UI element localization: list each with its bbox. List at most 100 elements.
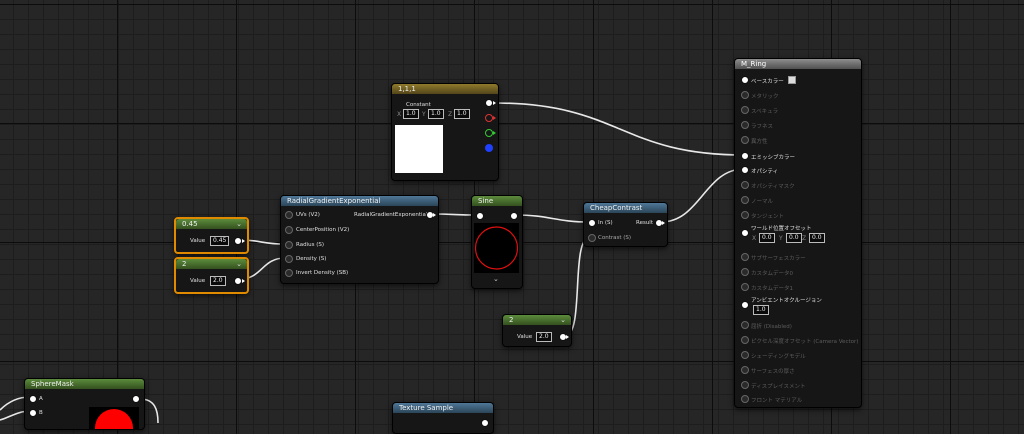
chevron-down-icon[interactable]: ⌄ xyxy=(236,259,242,269)
anisotropy-pin[interactable] xyxy=(741,136,749,144)
surface-thickness-pin[interactable] xyxy=(741,366,749,374)
sine-node[interactable]: Sine ⌄ xyxy=(471,195,523,289)
value-field[interactable]: 0.45 xyxy=(210,236,230,246)
radius-label: Radius (S) xyxy=(296,242,324,248)
node-title[interactable]: SphereMask xyxy=(25,379,144,389)
node-title[interactable]: M_Ring xyxy=(735,59,861,69)
opacity-pin[interactable] xyxy=(741,166,749,174)
opacity-mask-pin[interactable] xyxy=(741,181,749,189)
output-pin[interactable] xyxy=(234,237,242,245)
output-pin[interactable] xyxy=(510,212,518,220)
constant-label: Constant xyxy=(406,102,431,108)
shading-model-pin[interactable] xyxy=(741,351,749,359)
displacement-pin[interactable] xyxy=(741,381,749,389)
chevron-down-icon[interactable]: ⌄ xyxy=(236,219,242,229)
center-position-pin[interactable] xyxy=(285,226,293,234)
cheap-contrast-node[interactable]: CheapContrast In (S) Result Contrast (S) xyxy=(583,202,668,247)
pixel-depth-offset-pin[interactable] xyxy=(741,336,749,344)
output-pin[interactable] xyxy=(481,419,489,427)
invert-density-pin[interactable] xyxy=(285,269,293,277)
node-title[interactable]: 2 ⌄ xyxy=(176,259,247,269)
param-045-node[interactable]: 0.45 ⌄ Value 0.45 xyxy=(174,217,249,254)
z-value-field[interactable]: 1.0 xyxy=(454,109,470,119)
emissive-color-pin[interactable] xyxy=(741,152,749,160)
custom-data0-pin[interactable] xyxy=(741,268,749,276)
output-arrow xyxy=(493,101,496,105)
b-output-pin[interactable] xyxy=(485,144,493,152)
vector-constant-node[interactable]: 1,1,1 Constant X 1.0 Y 1.0 Z 1.0 xyxy=(391,83,499,181)
base-color-swatch[interactable] xyxy=(788,76,796,84)
roughness-pin[interactable] xyxy=(741,121,749,129)
chevron-down-icon[interactable]: ⌄ xyxy=(493,275,499,283)
in-pin[interactable] xyxy=(588,219,596,227)
tangent-label: タンジェント xyxy=(751,214,785,220)
wpo-z-label: Z xyxy=(802,235,807,242)
value-label: Value xyxy=(190,238,206,244)
tangent-pin[interactable] xyxy=(741,211,749,219)
sphere-circle xyxy=(95,409,133,429)
subsurface-color-label: サブサーフェスカラー xyxy=(751,256,806,262)
wpo-z-field[interactable]: 0.0 xyxy=(809,233,825,243)
anisotropy-label: 異方性 xyxy=(751,139,768,145)
subsurface-color-pin[interactable] xyxy=(741,253,749,261)
node-title[interactable]: 1,1,1 xyxy=(392,84,498,94)
param-2-node[interactable]: 2 ⌄ Value 2.0 xyxy=(174,257,249,294)
value-field[interactable]: 2.0 xyxy=(210,276,226,286)
node-title[interactable]: Texture Sample xyxy=(393,403,493,413)
x-value-field[interactable]: 1.0 xyxy=(403,109,419,119)
contrast-pin[interactable] xyxy=(588,234,596,242)
ambient-occlusion-label: アンビエントオクルージョン xyxy=(751,298,822,304)
specular-pin[interactable] xyxy=(741,106,749,114)
ambient-occlusion-pin[interactable] xyxy=(741,301,749,309)
param-title: 2 xyxy=(509,316,514,324)
radial-gradient-node[interactable]: RadialGradientExponential UVs (V2) Cente… xyxy=(280,195,439,284)
color-preview xyxy=(395,125,443,173)
output-arrow xyxy=(662,221,665,225)
wire-sine-to-contrast xyxy=(514,214,591,223)
normal-pin[interactable] xyxy=(741,196,749,204)
y-value-field[interactable]: 1.0 xyxy=(428,109,444,119)
front-material-pin[interactable] xyxy=(741,395,749,403)
input-pin[interactable] xyxy=(476,212,484,220)
g-output-pin[interactable] xyxy=(485,129,493,137)
shading-model-label: シェーディングモデル xyxy=(751,354,806,360)
node-title[interactable]: 2 ⌄ xyxy=(503,315,571,325)
b-pin[interactable] xyxy=(29,409,37,417)
front-material-label: フロント マテリアル xyxy=(751,398,803,404)
custom-data1-pin[interactable] xyxy=(741,283,749,291)
material-output-node[interactable]: M_Ring ベースカラー メタリック スペキュラ ラフネス 異方性 エミッシブ… xyxy=(734,58,862,408)
sphere-mask-node[interactable]: SphereMask A B xyxy=(24,378,145,430)
result-label: Result xyxy=(636,220,653,226)
wpo-x-field[interactable]: 0.0 xyxy=(759,233,775,243)
normal-label: ノーマル xyxy=(751,199,774,205)
rgb-output-pin[interactable] xyxy=(485,99,493,107)
x-label: X xyxy=(397,111,402,118)
texture-sample-node[interactable]: Texture Sample xyxy=(392,402,494,434)
node-title[interactable]: RadialGradientExponential xyxy=(281,196,438,206)
radius-pin[interactable] xyxy=(285,241,293,249)
output-label: RadialGradientExponential xyxy=(354,212,428,218)
refraction-pin[interactable] xyxy=(741,321,749,329)
density-pin[interactable] xyxy=(285,255,293,263)
ambient-occlusion-field[interactable]: 1.0 xyxy=(753,305,769,315)
wpo-y-field[interactable]: 0.0 xyxy=(786,233,802,243)
output-arrow xyxy=(566,335,569,339)
value-field[interactable]: 2.0 xyxy=(536,332,552,342)
node-title[interactable]: 0.45 ⌄ xyxy=(176,219,247,229)
param-2b-node[interactable]: 2 ⌄ Value 2.0 xyxy=(502,314,572,347)
a-pin[interactable] xyxy=(29,395,37,403)
node-title[interactable]: Sine xyxy=(472,196,522,206)
metallic-pin[interactable] xyxy=(741,91,749,99)
chevron-down-icon[interactable]: ⌄ xyxy=(560,315,566,325)
output-pin[interactable] xyxy=(234,277,242,285)
r-output-pin[interactable] xyxy=(485,114,493,122)
output-pin[interactable] xyxy=(132,395,140,403)
world-position-offset-pin[interactable] xyxy=(741,229,749,237)
node-title[interactable]: CheapContrast xyxy=(584,203,667,213)
opacity-mask-label: オパシティマスク xyxy=(751,184,795,190)
base-color-pin[interactable] xyxy=(741,76,749,84)
specular-label: スペキュラ xyxy=(751,109,779,115)
sphere-preview xyxy=(89,407,139,429)
uvs-pin[interactable] xyxy=(285,211,293,219)
ring-preview-icon xyxy=(474,226,519,270)
